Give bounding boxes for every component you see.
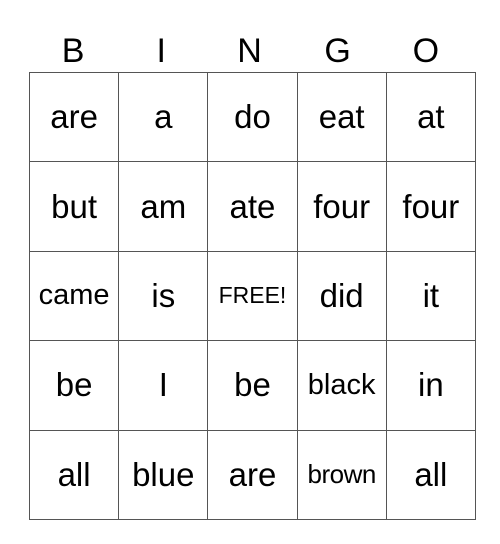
bingo-cell[interactable]: are bbox=[207, 429, 298, 520]
bingo-cell[interactable]: four bbox=[385, 161, 476, 252]
bingo-cell[interactable]: did bbox=[296, 250, 387, 342]
bingo-cell[interactable]: be bbox=[28, 340, 120, 431]
bingo-cell[interactable]: came bbox=[28, 250, 120, 342]
bingo-cell[interactable]: are bbox=[28, 71, 120, 163]
bingo-cell[interactable]: brown bbox=[296, 429, 387, 520]
bingo-cell[interactable]: a bbox=[118, 71, 209, 163]
bingo-cell[interactable]: is bbox=[118, 250, 209, 342]
bingo-cell[interactable]: blue bbox=[118, 429, 209, 520]
bingo-cell[interactable]: am bbox=[118, 161, 209, 252]
bingo-cell[interactable]: I bbox=[118, 340, 209, 431]
bingo-cell[interactable]: black bbox=[296, 340, 387, 431]
header-letter-b: B bbox=[61, 32, 85, 70]
free-space-cell[interactable]: FREE! bbox=[207, 250, 298, 342]
bingo-cell[interactable]: four bbox=[296, 161, 387, 252]
bingo-cell[interactable]: all bbox=[28, 429, 120, 520]
grid-row-5: all blue are brown all bbox=[28, 429, 476, 520]
bingo-header: B I N G O bbox=[29, 30, 470, 72]
bingo-cell[interactable]: but bbox=[28, 161, 120, 252]
grid-row-3: came is FREE! did it bbox=[28, 250, 476, 342]
bingo-cell[interactable]: it bbox=[385, 250, 476, 342]
bingo-cell[interactable]: all bbox=[385, 429, 476, 520]
bingo-cell[interactable]: ate bbox=[207, 161, 298, 252]
bingo-cell[interactable]: in bbox=[385, 340, 476, 431]
grid-row-4: be I be black in bbox=[28, 340, 476, 431]
grid-row-1: are a do eat at bbox=[28, 71, 476, 163]
header-letter-i: I bbox=[156, 32, 166, 70]
header-letter-g: G bbox=[324, 32, 351, 70]
bingo-cell[interactable]: be bbox=[207, 340, 298, 431]
grid-row-2: but am ate four four bbox=[28, 161, 476, 252]
header-letter-n: N bbox=[237, 32, 262, 70]
bingo-cell[interactable]: at bbox=[385, 71, 476, 163]
header-letter-o: O bbox=[412, 32, 440, 70]
bingo-cell[interactable]: eat bbox=[296, 71, 387, 163]
bingo-grid: are a do eat at but am ate four four cam… bbox=[28, 71, 476, 520]
bingo-cell[interactable]: do bbox=[207, 71, 298, 163]
